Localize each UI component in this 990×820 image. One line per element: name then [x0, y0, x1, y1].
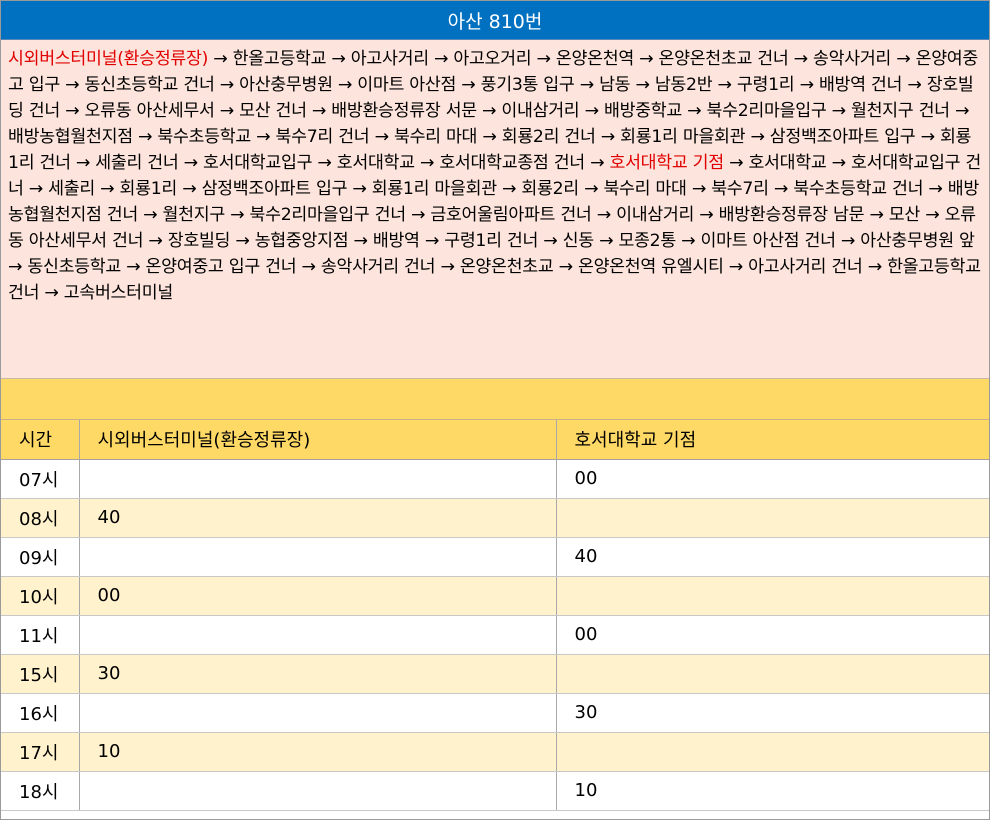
route-start-stop: 시외버스터미널(환승정류장) [8, 49, 209, 69]
timetable-page: 아산 810번 시외버스터미널(환승정류장) → 한올고등학교 → 아고사거리 … [0, 0, 990, 820]
cell-hour: 11시 [1, 615, 80, 655]
cell-terminal-departure [79, 615, 557, 655]
cell-hoseo-departure [556, 576, 989, 616]
table-row: 16시 30 [1, 693, 989, 733]
route-description: 시외버스터미널(환승정류장) → 한올고등학교 → 아고사거리 → 아고오거리 … [1, 40, 989, 379]
table-row: 18시 10 [1, 771, 989, 811]
cell-hoseo-departure [556, 732, 989, 772]
cell-hour: 17시 [1, 732, 80, 772]
cell-hoseo-departure: 30 [556, 693, 989, 733]
page-title: 아산 810번 [1, 1, 989, 40]
cell-terminal-departure [79, 537, 557, 577]
cell-hour: 07시 [1, 459, 80, 499]
page-title-text: 아산 810번 [447, 10, 543, 33]
cell-hour: 09시 [1, 537, 80, 577]
table-row: 15시 30 [1, 654, 989, 694]
cell-hour: 18시 [1, 771, 80, 811]
timetable: 시간 시외버스터미널(환승정류장) 호서대학교 기점 07시 00 08시 40 09시… [1, 420, 989, 811]
cell-hoseo-departure: 10 [556, 771, 989, 811]
cell-terminal-departure [79, 771, 557, 811]
table-row: 17시 10 [1, 732, 989, 772]
header-time: 시간 [1, 420, 80, 460]
table-row: 11시 00 [1, 615, 989, 655]
cell-terminal-departure: 40 [79, 498, 557, 538]
cell-hoseo-departure: 00 [556, 615, 989, 655]
cell-terminal-departure: 00 [79, 576, 557, 616]
cell-hour: 10시 [1, 576, 80, 616]
table-row: 08시 40 [1, 498, 989, 538]
header-origin-hoseo: 호서대학교 기점 [556, 420, 989, 460]
route-return-stops: → 호서대학교 → 호서대학교입구 건너 → 세출리 → 회룡1리 → 삼정백조… [8, 153, 981, 303]
cell-terminal-departure: 10 [79, 732, 557, 772]
cell-hour: 16시 [1, 693, 80, 733]
section-divider [1, 379, 989, 420]
header-origin-terminal: 시외버스터미널(환승정류장) [79, 420, 557, 460]
timetable-header-row: 시간 시외버스터미널(환승정류장) 호서대학교 기점 [1, 420, 989, 460]
cell-hour: 08시 [1, 498, 80, 538]
table-row: 07시 00 [1, 459, 989, 499]
cell-hoseo-departure: 00 [556, 459, 989, 499]
cell-hour: 15시 [1, 654, 80, 694]
table-row: 10시 00 [1, 576, 989, 616]
route-turnaround-stop: 호서대학교 기점 [609, 153, 724, 173]
cell-terminal-departure [79, 459, 557, 499]
cell-terminal-departure [79, 693, 557, 733]
cell-terminal-departure: 30 [79, 654, 557, 694]
cell-hoseo-departure [556, 654, 989, 694]
cell-hoseo-departure: 40 [556, 537, 989, 577]
table-row: 09시 40 [1, 537, 989, 577]
cell-hoseo-departure [556, 498, 989, 538]
